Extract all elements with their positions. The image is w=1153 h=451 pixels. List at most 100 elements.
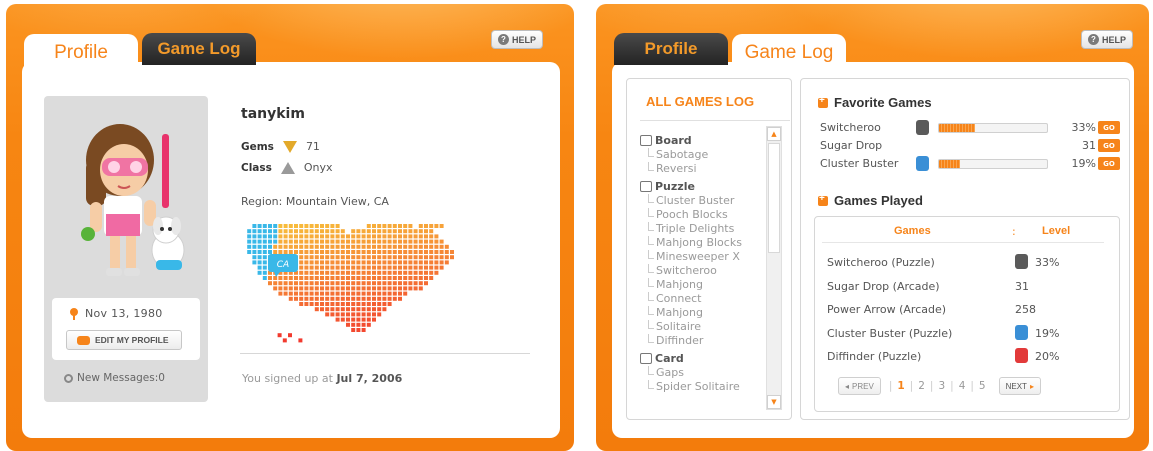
- go-button[interactable]: GO: [1098, 121, 1120, 134]
- map-dot: [314, 276, 319, 280]
- map-dot: [351, 250, 356, 254]
- go-button[interactable]: GO: [1098, 139, 1120, 152]
- page-2[interactable]: 2: [913, 380, 930, 392]
- us-region-map: CA: [247, 224, 454, 343]
- game-log-item[interactable]: Mahjong: [640, 278, 764, 292]
- prev-button[interactable]: ◂ PREV: [838, 377, 881, 395]
- favorite-game-name[interactable]: Sugar Drop: [820, 139, 882, 152]
- map-dot: [294, 229, 298, 234]
- map-dot: [320, 296, 324, 301]
- map-dot: [356, 312, 361, 317]
- map-dot: [403, 276, 408, 280]
- game-log-item[interactable]: Switcheroo: [640, 264, 764, 278]
- map-dot: [309, 239, 314, 244]
- favorite-game-name[interactable]: Cluster Buster: [820, 157, 898, 170]
- category-card[interactable]: Card: [640, 350, 764, 366]
- played-game-name[interactable]: Diffinder (Puzzle): [827, 350, 921, 363]
- map-dot: [283, 224, 288, 228]
- map-dot: [351, 260, 356, 265]
- map-dot: [309, 250, 314, 254]
- map-dot: [257, 239, 262, 244]
- map-dot: [252, 224, 257, 228]
- game-log-item[interactable]: Sabotage: [640, 148, 764, 162]
- map-dot: [372, 317, 376, 322]
- scroll-thumb[interactable]: [768, 143, 780, 253]
- all-games-title[interactable]: ALL GAMES LOG: [646, 94, 754, 109]
- played-game-name[interactable]: Sugar Drop (Arcade): [827, 280, 940, 293]
- map-dot: [429, 234, 434, 239]
- map-dot: [351, 317, 356, 322]
- game-log-item[interactable]: Reversi: [640, 162, 764, 176]
- map-dot: [413, 281, 418, 286]
- header-level[interactable]: Level: [1042, 225, 1070, 237]
- map-dot: [320, 286, 324, 291]
- game-log-item[interactable]: Pooch Blocks: [640, 208, 764, 222]
- game-log-item[interactable]: Mahjong: [640, 306, 764, 320]
- favorite-game-name[interactable]: Switcheroo: [820, 121, 881, 134]
- tab-profile[interactable]: Profile: [24, 34, 138, 72]
- category-puzzle[interactable]: Puzzle: [640, 178, 764, 194]
- go-button[interactable]: GO: [1098, 157, 1120, 170]
- played-game-name[interactable]: Switcheroo (Puzzle): [827, 256, 935, 269]
- pagination: ◂ PREV | 1 | 2 | 3 | 4 | 5 NEXT ▸: [838, 376, 1041, 396]
- next-button[interactable]: NEXT ▸: [998, 377, 1041, 395]
- played-game-name[interactable]: Power Arrow (Arcade): [827, 303, 946, 316]
- map-dot: [361, 322, 366, 327]
- scroll-up-arrow-icon[interactable]: ▲: [767, 127, 781, 141]
- map-dot: [382, 276, 387, 280]
- header-games[interactable]: Games: [894, 225, 931, 237]
- tab-profile-2[interactable]: Profile: [614, 33, 728, 65]
- map-dot: [429, 255, 434, 260]
- map-dot: [325, 281, 330, 286]
- tab-game-log-2-label: Game Log: [744, 42, 834, 63]
- favorite-progress-fill: [939, 160, 960, 168]
- map-dot: [439, 265, 444, 270]
- game-log-item[interactable]: Minesweeper X: [640, 250, 764, 264]
- page-1[interactable]: 1: [892, 380, 909, 392]
- map-dot: [382, 270, 387, 275]
- scroll-down-arrow-icon[interactable]: ▼: [767, 395, 781, 409]
- map-dot: [413, 244, 418, 249]
- map-dot: [392, 234, 397, 239]
- favorite-games-title-text: Favorite Games: [834, 95, 932, 110]
- game-log-item[interactable]: Solitaire: [640, 320, 764, 334]
- played-game-name[interactable]: Cluster Buster (Puzzle): [827, 327, 952, 340]
- game-log-item[interactable]: Gaps: [640, 366, 764, 380]
- map-dot: [299, 234, 304, 239]
- map-dot: [340, 265, 345, 270]
- page-5[interactable]: 5: [974, 380, 991, 392]
- page-3[interactable]: 3: [933, 380, 950, 392]
- category-board[interactable]: Board: [640, 132, 764, 148]
- gems-label: Gems: [241, 140, 274, 153]
- map-dot: [366, 260, 371, 265]
- page-4[interactable]: 4: [954, 380, 971, 392]
- map-dot: [366, 281, 371, 286]
- tab-game-log-2[interactable]: Game Log: [732, 34, 846, 72]
- game-log-item[interactable]: Cluster Buster: [640, 194, 764, 208]
- map-dot: [340, 317, 345, 322]
- game-log-item[interactable]: Diffinder: [640, 334, 764, 348]
- game-log-item[interactable]: Connect: [640, 292, 764, 306]
- map-dot: [330, 244, 335, 249]
- map-dot: [366, 250, 371, 254]
- map-dot: [439, 260, 444, 265]
- help-button-2[interactable]: ? HELP: [1081, 30, 1134, 49]
- game-log-item[interactable]: Spider Solitaire: [640, 380, 764, 394]
- map-dot: [366, 296, 371, 301]
- game-log-item[interactable]: Mahjong Blocks: [640, 236, 764, 250]
- favorite-progress-bar: [938, 159, 1048, 169]
- map-dot: [392, 286, 397, 291]
- edit-profile-button[interactable]: EDIT MY PROFILE: [66, 330, 182, 350]
- help-button[interactable]: ? HELP: [491, 30, 544, 49]
- sidebar-scrollbar[interactable]: ▲ ▼: [766, 126, 782, 410]
- map-dot: [424, 276, 428, 280]
- new-messages-link[interactable]: New Messages:0: [64, 372, 165, 384]
- favorite-progress-bar: [938, 123, 1048, 133]
- map-dot: [387, 291, 392, 296]
- game-log-item[interactable]: Triple Delights: [640, 222, 764, 236]
- map-dot: [361, 276, 366, 280]
- birthday-row: Nov 13, 1980: [70, 307, 163, 320]
- tab-game-log[interactable]: Game Log: [142, 33, 256, 65]
- map-dot: [387, 224, 392, 228]
- map-dot: [434, 224, 439, 228]
